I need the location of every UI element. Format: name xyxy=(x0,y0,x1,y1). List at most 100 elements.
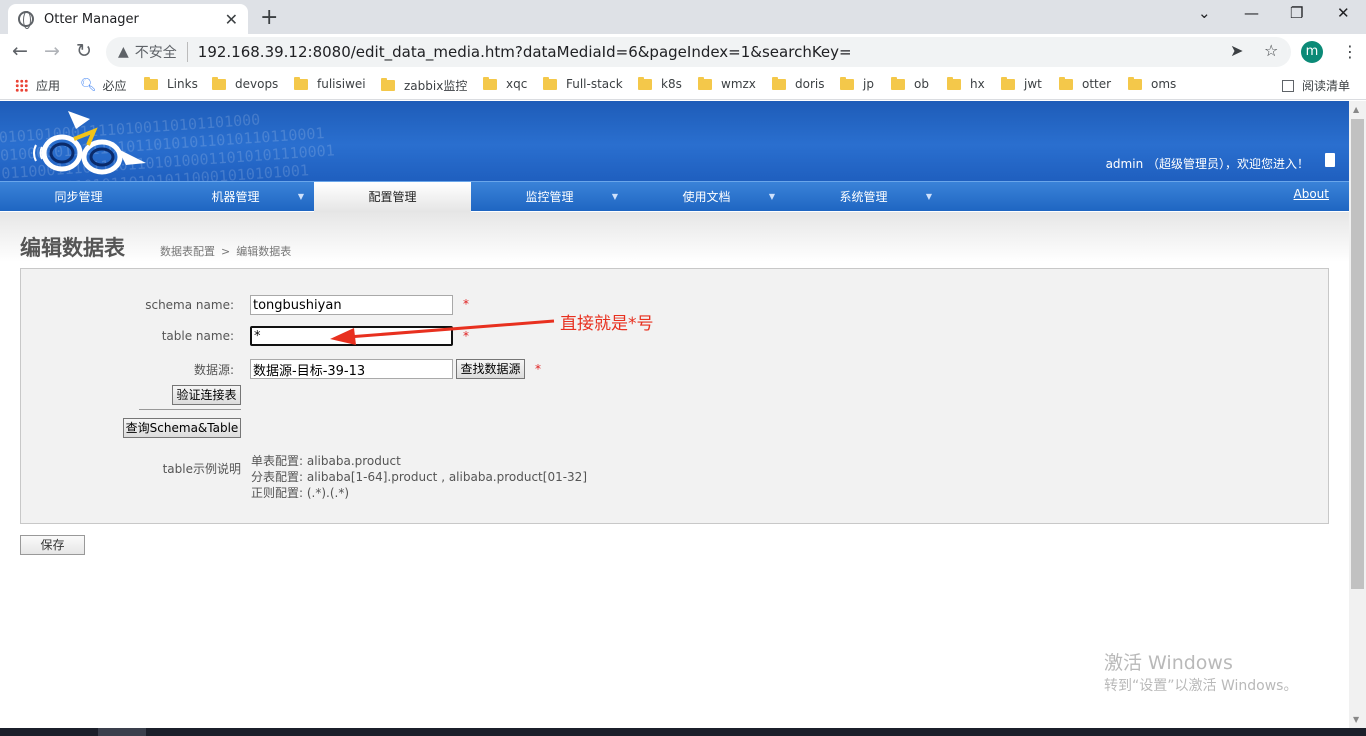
page-title: 编辑数据表 xyxy=(20,236,125,260)
security-label[interactable]: 不安全 xyxy=(135,42,188,62)
nav-monitor-management[interactable]: 监控管理 ▼ xyxy=(471,182,628,212)
minimize-button[interactable]: — xyxy=(1244,4,1259,22)
tab-close-icon[interactable]: ✕ xyxy=(225,10,238,29)
breadcrumb: 数据表配置 > 编辑数据表 xyxy=(160,243,291,259)
otter-logo[interactable] xyxy=(30,105,160,181)
maximize-button[interactable]: ❐ xyxy=(1290,4,1303,22)
folder-icon xyxy=(294,76,308,90)
breadcrumb-parent[interactable]: 数据表配置 xyxy=(160,245,215,258)
folder-icon xyxy=(1059,76,1073,90)
scroll-down-icon[interactable]: ▼ xyxy=(1353,715,1359,724)
nav-usage-docs[interactable]: 使用文档 ▼ xyxy=(628,182,785,212)
bookmark-links[interactable]: Links xyxy=(144,76,198,91)
schema-name-label: schema name: xyxy=(145,298,234,312)
scroll-up-icon[interactable]: ▲ xyxy=(1353,105,1359,114)
data-source-input[interactable] xyxy=(250,359,453,379)
nav-config-management[interactable]: 配置管理 xyxy=(314,182,471,212)
new-tab-button[interactable]: + xyxy=(260,5,278,30)
nav-machine-management[interactable]: 机器管理 ▼ xyxy=(157,182,314,212)
bookmark-zabbix[interactable]: zabbix监控 xyxy=(381,77,467,94)
back-arrow-icon[interactable]: ← xyxy=(12,40,28,62)
bookmark-ob[interactable]: ob xyxy=(891,76,929,91)
browser-tabstrip: Otter Manager ✕ + ⌄ — ❐ ✕ xyxy=(0,0,1366,34)
warning-icon[interactable]: ▲ xyxy=(118,44,129,60)
search-icon: 🔍︎ xyxy=(80,78,97,93)
activation-watermark-title: 激活 Windows xyxy=(1104,652,1233,674)
bookmark-apps[interactable]: 应用 xyxy=(15,77,60,94)
apps-grid-icon xyxy=(15,79,28,92)
about-link[interactable]: About xyxy=(1294,187,1329,201)
save-button[interactable]: 保存 xyxy=(20,535,85,555)
bookmarks-bar: 应用 🔍︎ 必应 Links devops fulisiwei zabbix监控 … xyxy=(0,70,1366,100)
example-regex: 正则配置: (.*).(.*) xyxy=(251,486,350,500)
taskbar-active-app[interactable] xyxy=(98,728,146,736)
activation-watermark-subtitle: 转到“设置”以激活 Windows。 xyxy=(1104,678,1298,694)
table-example-label: table示例说明 xyxy=(162,462,241,476)
required-mark: * xyxy=(535,362,541,376)
profile-avatar[interactable]: m xyxy=(1301,41,1323,63)
find-data-source-button[interactable]: 查找数据源 xyxy=(456,359,525,379)
bookmark-full-stack[interactable]: Full-stack xyxy=(543,76,623,91)
bookmark-wmzx[interactable]: wmzx xyxy=(698,76,756,91)
bookmark-otter[interactable]: otter xyxy=(1059,76,1111,91)
folder-icon xyxy=(947,76,961,90)
breadcrumb-separator: > xyxy=(221,245,231,258)
bookmark-xqc[interactable]: xqc xyxy=(483,76,527,91)
annotation-text: 直接就是*号 xyxy=(560,314,654,334)
folder-icon xyxy=(381,78,395,91)
bookmark-jwt[interactable]: jwt xyxy=(1001,76,1042,91)
folder-icon xyxy=(483,76,497,90)
folder-icon xyxy=(840,76,854,90)
bookmark-fulisiwei[interactable]: fulisiwei xyxy=(294,76,366,91)
table-name-label: table name: xyxy=(161,329,234,343)
required-mark: * xyxy=(463,297,469,311)
tab-search-icon[interactable]: ⌄ xyxy=(1198,4,1211,22)
close-window-button[interactable]: ✕ xyxy=(1337,4,1350,22)
bookmark-k8s[interactable]: k8s xyxy=(638,76,682,91)
bookmark-jp[interactable]: jp xyxy=(840,76,874,91)
page-scrollbar[interactable]: ▲ ▼ xyxy=(1349,101,1366,728)
folder-icon xyxy=(638,76,652,90)
logout-icon[interactable] xyxy=(1325,153,1335,167)
breadcrumb-current: 编辑数据表 xyxy=(236,245,292,258)
header-banner: 01010100011110100110101101000 0100000111… xyxy=(0,101,1349,181)
send-icon[interactable]: ➤ xyxy=(1230,41,1243,60)
forward-arrow-icon[interactable]: → xyxy=(44,40,60,62)
divider xyxy=(139,409,241,410)
data-source-label: 数据源: xyxy=(193,363,234,377)
windows-taskbar xyxy=(0,728,1366,736)
url-text[interactable]: 192.168.39.12:8080/edit_data_media.htm?d… xyxy=(198,43,852,61)
annotation-arrow xyxy=(330,319,555,345)
tab-title: Otter Manager xyxy=(44,11,139,27)
folder-icon xyxy=(891,76,905,90)
folder-icon xyxy=(543,76,557,90)
reload-icon[interactable]: ↻ xyxy=(76,40,92,62)
schema-name-input[interactable] xyxy=(250,295,453,315)
bookmark-star-icon[interactable]: ☆ xyxy=(1264,41,1278,60)
query-schema-table-button[interactable]: 查询Schema&Table xyxy=(123,418,241,438)
browser-toolbar: ← → ↻ ▲ 不安全 192.168.39.12:8080/edit_data… xyxy=(0,34,1366,70)
nav-system-management[interactable]: 系统管理 ▼ xyxy=(785,182,942,212)
bookmark-oms[interactable]: oms xyxy=(1128,76,1176,91)
main-navigation: 同步管理 机器管理 ▼ 配置管理 监控管理 ▼ 使用文档 ▼ 系统管理 ▼ About xyxy=(0,181,1349,212)
bookmark-doris[interactable]: doris xyxy=(772,76,824,91)
nav-sync-management[interactable]: 同步管理 xyxy=(0,182,157,212)
menu-kebab-icon[interactable]: ⋮ xyxy=(1342,42,1358,61)
folder-icon xyxy=(212,76,226,90)
browser-tab[interactable]: Otter Manager ✕ xyxy=(8,4,248,34)
folder-icon xyxy=(1128,76,1142,90)
page-viewport: 01010100011110100110101101000 0100000111… xyxy=(0,101,1349,728)
dropdown-arrow-icon: ▼ xyxy=(611,192,618,201)
folder-icon xyxy=(698,76,712,90)
welcome-text: admin （超级管理员），欢迎您进入！ xyxy=(1105,157,1309,171)
verify-table-button[interactable]: 验证连接表 xyxy=(172,385,241,405)
address-bar[interactable]: ▲ 不安全 192.168.39.12:8080/edit_data_media… xyxy=(106,37,1291,67)
reading-list-icon xyxy=(1282,79,1294,92)
bookmark-devops[interactable]: devops xyxy=(212,76,278,91)
reading-list[interactable]: 阅读清单 xyxy=(1282,77,1350,94)
bookmark-hx[interactable]: hx xyxy=(947,76,985,91)
folder-icon xyxy=(144,76,158,90)
bookmark-bing[interactable]: 🔍︎ 必应 xyxy=(80,77,127,94)
scroll-thumb[interactable] xyxy=(1351,119,1364,589)
folder-icon xyxy=(772,76,786,90)
